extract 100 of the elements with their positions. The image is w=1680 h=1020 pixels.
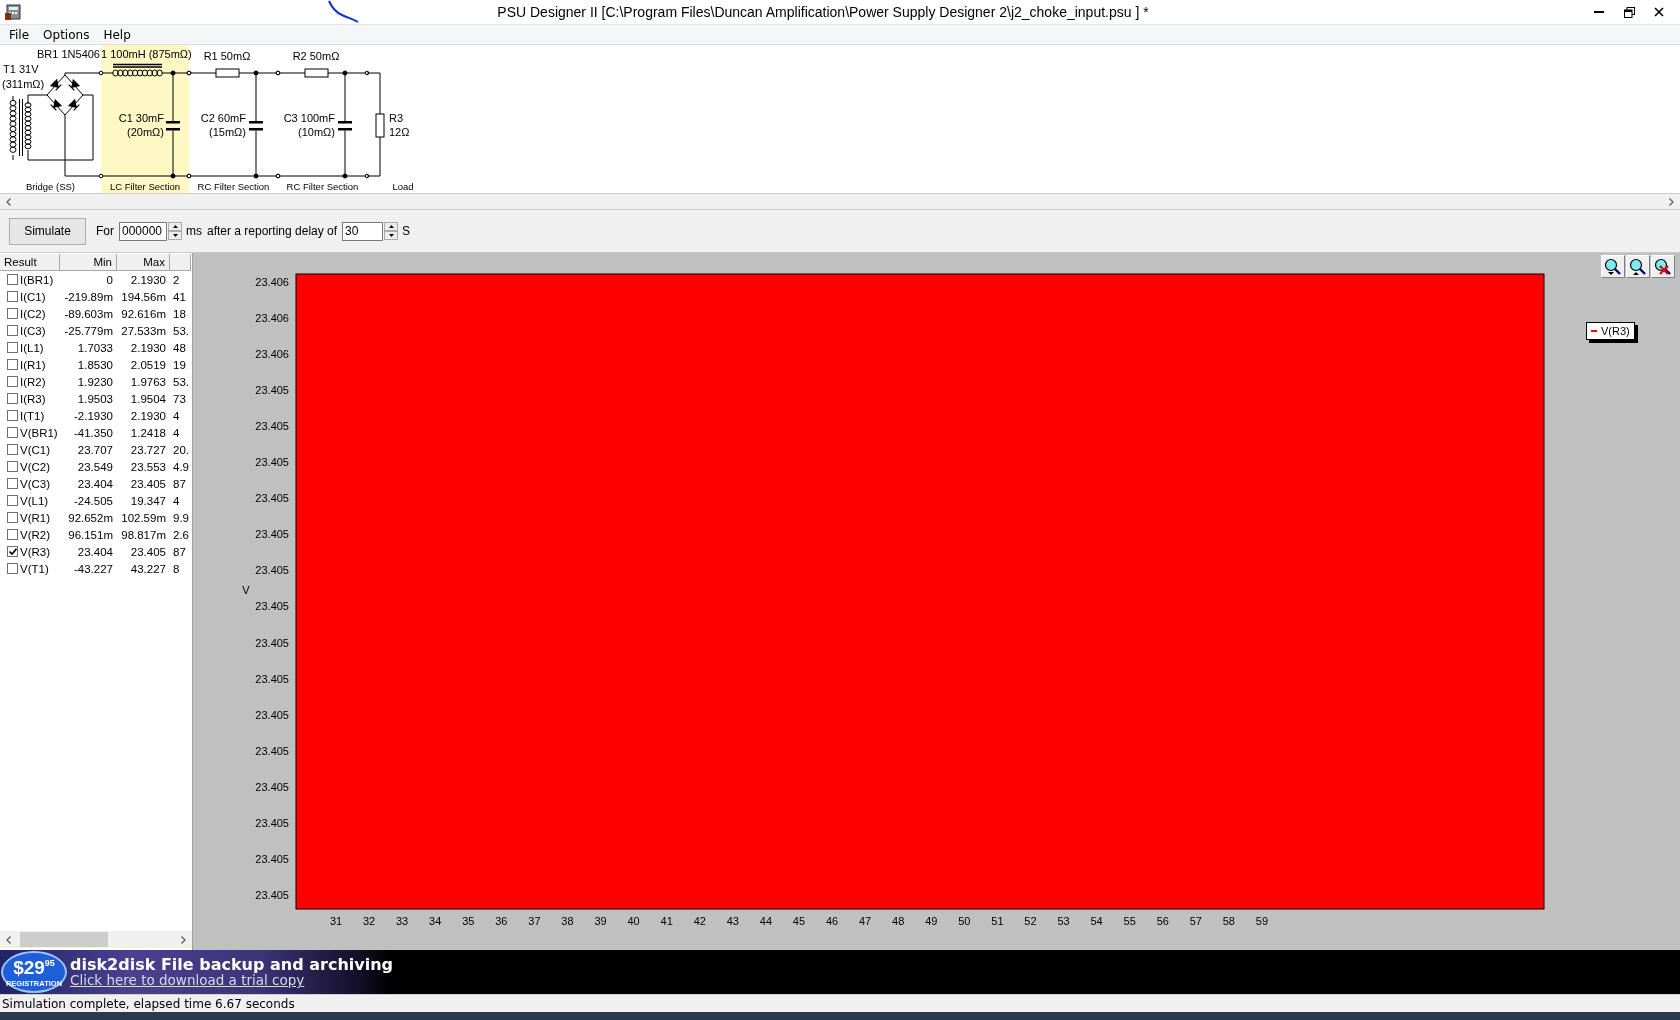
horizontal-scrollbar[interactable] — [0, 931, 192, 948]
axis-tick-label: 47 — [859, 915, 872, 927]
axis-tick-label: 23.405 — [255, 636, 289, 649]
table-cell-text: -43.227 — [73, 562, 114, 575]
zoom-out-button[interactable] — [1626, 255, 1650, 278]
axis-tick-label: 23.405 — [255, 744, 289, 757]
axis-tick-label: 23.405 — [255, 852, 289, 865]
resistor-drawing — [215, 68, 240, 78]
table-cell-text: 98.817m — [120, 528, 167, 541]
axis-tick-label: 54 — [1090, 915, 1103, 927]
checkbox[interactable] — [7, 410, 18, 421]
section-label[interactable]: Load — [392, 181, 414, 192]
table-cell-text: 2.6 — [172, 528, 190, 541]
down-arrow-icon — [388, 234, 394, 237]
checkbox[interactable] — [7, 478, 18, 489]
column-header[interactable]: Result — [0, 254, 60, 271]
inductor-drawing — [112, 63, 163, 77]
component-label: R2 50mΩ — [292, 50, 340, 62]
field-label: after a reporting delay of — [207, 224, 338, 238]
checkbox[interactable] — [7, 512, 18, 523]
table-cell-text: 73 — [172, 392, 187, 405]
axis-tick-label: 39 — [594, 915, 607, 927]
axis-tick-label: 41 — [660, 915, 673, 927]
checkbox[interactable] — [7, 495, 18, 506]
checkbox[interactable] — [7, 563, 18, 574]
checkbox[interactable] — [7, 546, 18, 557]
menu-item[interactable]: Options — [36, 27, 97, 42]
table-cell-text: 92.616m — [120, 307, 167, 320]
axis-tick-label: 23.405 — [255, 456, 289, 469]
component-label: 1 100mH (875mΩ) — [101, 48, 192, 60]
capacitor-drawing — [338, 121, 352, 131]
section-label[interactable]: LC Filter Section — [109, 181, 181, 192]
menu-item[interactable]: File — [2, 27, 37, 42]
checkbox[interactable] — [7, 444, 18, 455]
section-label[interactable]: RC Filter Section — [286, 181, 359, 192]
simulate-button[interactable]: Simulate — [9, 217, 86, 245]
axis-tick-label: 53 — [1057, 915, 1070, 927]
delay-field[interactable]: 30 — [342, 221, 384, 241]
table-cell-text: 20. — [172, 443, 190, 456]
column-header[interactable]: Max — [117, 254, 170, 271]
checkbox[interactable] — [7, 359, 18, 370]
spin-down-button[interactable] — [168, 231, 182, 240]
zoom-in-button[interactable] — [1601, 255, 1625, 278]
table-cell-text: 4.9 — [172, 460, 190, 473]
table-cell-text: -41.350 — [73, 426, 114, 439]
spin-up-button[interactable] — [168, 222, 182, 231]
checkbox[interactable] — [7, 427, 18, 438]
axis-tick-label: 23.405 — [255, 672, 289, 685]
axis-tick-label: 23.405 — [255, 492, 289, 505]
column-header[interactable]: Min — [60, 254, 117, 271]
checkbox[interactable] — [7, 376, 18, 387]
axis-tick-label: 23.405 — [255, 708, 289, 721]
checkbox[interactable] — [7, 393, 18, 404]
checkbox[interactable] — [7, 308, 18, 319]
axis-tick-label: 43 — [726, 915, 739, 927]
spin-up-button[interactable] — [384, 222, 399, 231]
table-cell: V(R3) — [20, 545, 51, 558]
capacitor-drawing — [166, 121, 180, 131]
pen-stroke — [326, 0, 360, 24]
table-cell-text: 1.7033 — [76, 341, 114, 354]
checkbox[interactable] — [7, 274, 18, 285]
capacitor-drawing — [249, 121, 263, 131]
axis-tick-label: 44 — [759, 915, 773, 927]
duration-field[interactable]: 000000 — [119, 221, 167, 241]
checkbox[interactable] — [7, 325, 18, 336]
table-cell-text: 1.8530 — [76, 358, 114, 371]
table-cell: I(R2) — [20, 375, 46, 388]
section-label[interactable]: Bridge (SS) — [25, 181, 76, 192]
table-cell-text: 1.2418 — [129, 426, 167, 439]
component-label: C3 100mF — [283, 112, 335, 124]
window-title: PSU Designer II [C:\Program Files\Duncan Amplification\Power Supply Designer 2\j2_choke_input.psu ] * — [497, 4, 1149, 20]
table-cell-text: 27.533m — [120, 324, 167, 337]
axis-tick-label: 56 — [1156, 915, 1169, 927]
table-cell-text: 1.9230 — [76, 375, 114, 388]
spin-down-button[interactable] — [384, 231, 399, 240]
table-cell-text: 87 — [172, 477, 187, 490]
table-cell: I(L1) — [20, 341, 44, 354]
menu-item[interactable]: Help — [96, 27, 138, 42]
axis-tick-label: 46 — [825, 915, 839, 927]
table-cell-text: 23.404 — [76, 477, 114, 490]
axis-tick-label: 50 — [958, 915, 971, 927]
checkbox[interactable] — [7, 461, 18, 472]
table-cell-text: 53. — [172, 375, 190, 388]
table-cell-text: 1.9504 — [129, 392, 167, 405]
section-label[interactable]: RC Filter Section — [197, 181, 270, 192]
axis-tick-label: 48 — [892, 915, 905, 927]
checkbox[interactable] — [7, 529, 18, 540]
checkbox[interactable] — [7, 291, 18, 302]
checkbox[interactable] — [7, 342, 18, 353]
download-link[interactable]: Click here to download a trial copy — [70, 973, 394, 988]
unit-label: ms — [186, 224, 202, 238]
zoom-reset-button[interactable] — [1651, 255, 1675, 278]
table-cell: I(R1) — [20, 358, 46, 371]
table-cell: I(C2) — [20, 307, 46, 320]
axis-tick-label: 45 — [792, 915, 806, 927]
axis-tick-label: 52 — [1024, 915, 1037, 927]
table-cell: I(C3) — [20, 324, 46, 337]
table-cell-text: 2.1930 — [129, 409, 167, 422]
axis-tick-label: 23.406 — [255, 312, 289, 325]
component-label: R1 50mΩ — [203, 50, 251, 62]
